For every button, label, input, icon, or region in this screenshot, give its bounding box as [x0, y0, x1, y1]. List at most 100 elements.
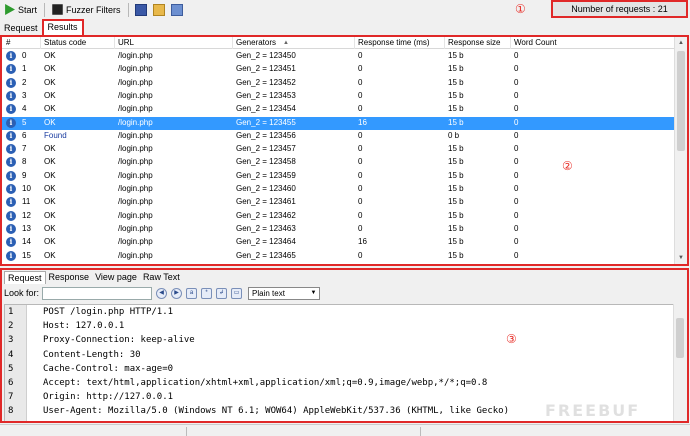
table-row[interactable]: i 6 Found/login.php Gen_2 = 123456 0 0 b 0: [2, 130, 674, 143]
cell-url: /login.php: [118, 237, 153, 247]
look-for-input[interactable]: [42, 286, 153, 300]
detail-tab-request[interactable]: Request: [4, 271, 46, 284]
info-icon: i: [6, 90, 16, 101]
start-button[interactable]: Start: [0, 1, 41, 18]
view-mode-icon[interactable]: ▭: [231, 287, 243, 299]
cell-num: 14: [22, 237, 31, 247]
start-label: Start: [18, 4, 38, 15]
column-divider[interactable]: [354, 37, 355, 49]
cell-url: /login.php: [118, 184, 153, 193]
word-wrap-icon[interactable]: ↲: [216, 287, 228, 299]
table-row[interactable]: i 0 OK/login.php Gen_2 = 123450 0 15 b0: [2, 50, 674, 63]
line-number: 3: [8, 335, 14, 346]
find-next-icon[interactable]: ▶: [171, 287, 183, 299]
table-row[interactable]: i 14 OK/login.php Gen_2 = 123464 16 15 b 0: [2, 236, 674, 249]
column-header[interactable]: Response time (ms): [358, 38, 430, 47]
cell-time: 0: [358, 197, 363, 207]
cell-status: OK: [44, 237, 56, 247]
cell-num: 3: [22, 90, 27, 100]
table-row[interactable]: i 7 OK/login.php Gen_2 = 123457 0 15 b 0: [2, 143, 674, 156]
cell-url: /login.php: [118, 197, 153, 207]
info-icon: i: [6, 250, 16, 261]
column-divider[interactable]: [40, 37, 41, 49]
cell-status: OK: [44, 51, 56, 60]
cell-url: /login.php: [118, 130, 153, 140]
cell-size: 15 b: [448, 51, 464, 60]
code-line: 1 POST /login.php HTTP/1.1: [5, 307, 674, 319]
table-row[interactable]: i 2 OK/login.php Gen_2 = 123452 0 15 b 0: [2, 77, 674, 90]
column-divider[interactable]: [444, 37, 445, 49]
code-line: 2 Host: 127.0.0.1: [5, 321, 674, 333]
cell-words: 0: [514, 250, 519, 260]
fuzzer-filters-button[interactable]: Fuzzer Filters: [48, 1, 125, 18]
line-number: 2: [8, 321, 14, 332]
cell-size: 15 b: [448, 170, 464, 180]
chevron-down-icon: ▼: [310, 289, 317, 296]
scroll-thumb[interactable]: [677, 51, 685, 151]
table-row[interactable]: i 5 OK/login.php Gen_2 = 123455 16 15 b 0: [2, 116, 674, 130]
table-row[interactable]: i 8 OK/login.php Gen_2 = 123458 0 15 b 0: [2, 156, 674, 169]
cell-num: 2: [22, 77, 27, 87]
code-line: 3 Proxy-Connection: keep-alive: [5, 335, 674, 347]
status-divider: [420, 427, 421, 436]
cell-size: 15 b: [448, 210, 464, 220]
results-scrollbar[interactable]: ▲ ▼: [674, 37, 687, 264]
column-header[interactable]: #: [6, 38, 10, 47]
export-icon[interactable]: [170, 3, 183, 16]
table-row[interactable]: i 12 OK/login.php Gen_2 = 123462 0 15 b 0: [2, 210, 674, 223]
cell-gen: Gen_2 = 123458: [236, 157, 296, 167]
info-icon: i: [6, 64, 16, 75]
column-header[interactable]: Word Count: [514, 38, 557, 47]
match-case-icon[interactable]: a: [186, 287, 198, 299]
cell-size: 15 b: [448, 157, 464, 167]
table-row[interactable]: i 15 OK/login.php Gen_2 = 123465 0 15 b 0: [2, 250, 674, 263]
cell-time: 0: [358, 90, 363, 100]
info-icon: i: [6, 51, 16, 61]
line-text: Host: 127.0.0.1: [43, 321, 125, 332]
column-divider[interactable]: [510, 37, 511, 49]
save-icon[interactable]: [134, 3, 147, 16]
tab-request[interactable]: Request: [0, 22, 42, 35]
detail-tab-raw-text[interactable]: Raw Text: [140, 271, 183, 284]
scroll-up-icon[interactable]: ▲: [675, 37, 687, 49]
fuzzer-filters-label: Fuzzer Filters: [66, 4, 121, 15]
scroll-thumb[interactable]: [676, 318, 684, 358]
filter-icon: [52, 4, 64, 15]
open-folder-icon[interactable]: [152, 3, 165, 16]
cell-num: 6: [22, 130, 27, 140]
column-divider[interactable]: [232, 37, 233, 49]
cell-words: 0: [514, 144, 519, 154]
table-row[interactable]: i 11 OK/login.php Gen_2 = 123461 0 15 b 0: [2, 196, 674, 209]
cell-gen: Gen_2 = 123453: [236, 90, 296, 100]
cell-gen: Gen_2 = 123462: [236, 210, 296, 220]
table-row[interactable]: i 10 OK/login.php Gen_2 = 123460 0 15 b 0: [2, 183, 674, 196]
cell-num: 11: [22, 197, 31, 207]
request-count-label: Number of requests : 21: [571, 4, 668, 14]
column-divider[interactable]: [114, 37, 115, 49]
column-header[interactable]: URL: [118, 38, 134, 47]
look-for-label: Look for:: [4, 288, 40, 298]
column-header[interactable]: Status code: [44, 38, 86, 47]
code-scrollbar[interactable]: [673, 304, 685, 421]
cell-num: 7: [22, 144, 27, 154]
line-number: 7: [8, 392, 14, 403]
detail-tab-response[interactable]: Response: [46, 271, 93, 284]
scroll-down-icon[interactable]: ▼: [675, 252, 687, 264]
info-icon: i: [6, 223, 16, 234]
cell-size: 15 b: [448, 184, 464, 193]
table-row[interactable]: i 13 OK/login.php Gen_2 = 123463 0 15 b 0: [2, 223, 674, 236]
regex-icon[interactable]: *: [201, 287, 213, 299]
cell-gen: Gen_2 = 123464: [236, 237, 296, 247]
format-select[interactable]: Plain text ▼: [248, 286, 321, 300]
table-row[interactable]: i 4 OK/login.php Gen_2 = 123454 0 15 b 0: [2, 103, 674, 116]
find-previous-icon[interactable]: ◀: [156, 287, 168, 299]
cell-size: 15 b: [448, 250, 464, 260]
column-header[interactable]: Response size: [448, 38, 500, 47]
table-row[interactable]: i 3 OK/login.php Gen_2 = 123453 0 15 b 0: [2, 90, 674, 103]
tab-results[interactable]: Results: [41, 19, 84, 35]
table-row[interactable]: i 9 OK/login.php Gen_2 = 123459 0 15 b 0: [2, 170, 674, 183]
table-row[interactable]: i 1 OK/login.php Gen_2 = 123451 0 15 b 0: [2, 63, 674, 76]
play-icon: [5, 4, 15, 15]
detail-tab-view-page[interactable]: View page: [92, 271, 140, 284]
column-header[interactable]: Generators: [236, 38, 276, 47]
